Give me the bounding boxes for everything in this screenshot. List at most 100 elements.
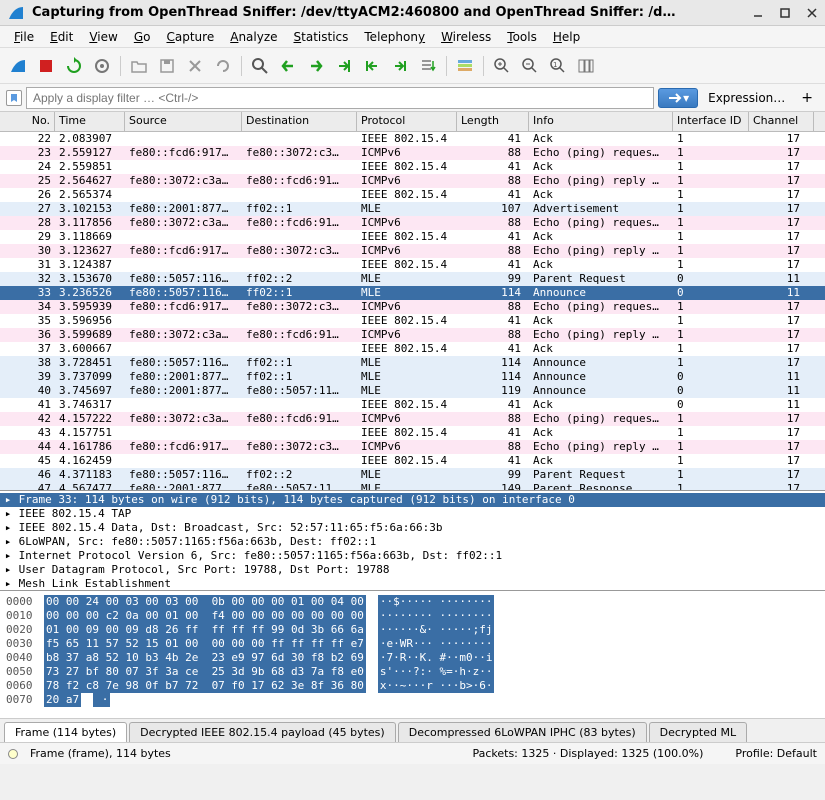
packet-row[interactable]: 303.123627fe80::fcd6:917…fe80::3072:c3…I… <box>0 244 825 258</box>
tab-decrypted-802154[interactable]: Decrypted IEEE 802.15.4 payload (45 byte… <box>129 722 396 742</box>
packet-row[interactable]: 242.559851IEEE 802.15.441Ack117 <box>0 160 825 174</box>
packet-row[interactable]: 283.117856fe80::3072:c3a…fe80::fcd6:91…I… <box>0 216 825 230</box>
resize-icon <box>577 57 595 75</box>
menu-telephony[interactable]: Telephony <box>356 28 433 45</box>
reload-button[interactable] <box>211 54 235 78</box>
packet-row[interactable]: 474.567477fe80::2001:877…fe80::5057:11…M… <box>0 482 825 490</box>
restart-capture-button[interactable] <box>62 54 86 78</box>
column-interface[interactable]: Interface ID <box>673 112 749 131</box>
menu-edit[interactable]: Edit <box>42 28 81 45</box>
hex-line[interactable]: 002001 00 09 00 09 d8 26 ff ff ff ff 99 … <box>6 623 819 637</box>
close-file-button[interactable] <box>183 54 207 78</box>
zoom-reset-button[interactable]: 1 <box>546 54 570 78</box>
column-time[interactable]: Time <box>55 112 125 131</box>
packet-row[interactable]: 313.124387IEEE 802.15.441Ack117 <box>0 258 825 272</box>
open-file-button[interactable] <box>127 54 151 78</box>
packet-list-body[interactable]: 222.083907IEEE 802.15.441Ack117232.55912… <box>0 132 825 490</box>
expression-button[interactable]: Expression… <box>702 89 791 107</box>
column-no[interactable]: No. <box>0 112 55 131</box>
hex-line[interactable]: 000000 00 24 00 03 00 03 00 0b 00 00 00 … <box>6 595 819 609</box>
packet-row[interactable]: 454.162459IEEE 802.15.441Ack117 <box>0 454 825 468</box>
menu-tools[interactable]: Tools <box>499 28 545 45</box>
menu-file[interactable]: File <box>6 28 42 45</box>
go-back-button[interactable] <box>276 54 300 78</box>
menu-go[interactable]: Go <box>126 28 159 45</box>
packet-row[interactable]: 383.728451fe80::5057:116…ff02::1MLE114An… <box>0 356 825 370</box>
packet-row[interactable]: 363.599689fe80::3072:c3a…fe80::fcd6:91…I… <box>0 328 825 342</box>
go-forward-button[interactable] <box>304 54 328 78</box>
detail-line[interactable]: ▸ Mesh Link Establishment <box>0 577 825 590</box>
hex-line[interactable]: 0030f5 65 11 57 52 15 01 00 00 00 00 ff … <box>6 637 819 651</box>
menu-analyze[interactable]: Analyze <box>222 28 285 45</box>
display-filter-input[interactable] <box>26 87 654 109</box>
colorize-button[interactable] <box>453 54 477 78</box>
tab-6lowpan[interactable]: Decompressed 6LoWPAN IPHC (83 bytes) <box>398 722 647 742</box>
packet-row[interactable]: 343.595939fe80::fcd6:917…fe80::3072:c3…I… <box>0 300 825 314</box>
packet-row[interactable]: 353.596956IEEE 802.15.441Ack117 <box>0 314 825 328</box>
detail-line[interactable]: ▸ User Datagram Protocol, Src Port: 1978… <box>0 563 825 577</box>
packet-row[interactable]: 373.600667IEEE 802.15.441Ack117 <box>0 342 825 356</box>
packet-row[interactable]: 393.737099fe80::2001:877…ff02::1MLE114An… <box>0 370 825 384</box>
menu-capture[interactable]: Capture <box>158 28 222 45</box>
packet-row[interactable]: 323.153670fe80::5057:116…ff02::2MLE99Par… <box>0 272 825 286</box>
packet-row[interactable]: 262.565374IEEE 802.15.441Ack117 <box>0 188 825 202</box>
hex-line[interactable]: 005073 27 bf 80 07 3f 3a ce 25 3d 9b 68 … <box>6 665 819 679</box>
column-channel[interactable]: Channel <box>749 112 814 131</box>
packet-row[interactable]: 232.559127fe80::fcd6:917…fe80::3072:c3…I… <box>0 146 825 160</box>
packet-row[interactable]: 424.157222fe80::3072:c3a…fe80::fcd6:91…I… <box>0 412 825 426</box>
packet-row[interactable]: 222.083907IEEE 802.15.441Ack117 <box>0 132 825 146</box>
hex-line[interactable]: 0040b8 37 a8 52 10 b3 4b 2e 23 e9 97 6d … <box>6 651 819 665</box>
detail-line[interactable]: ▸ 6LoWPAN, Src: fe80::5057:1165:f56a:663… <box>0 535 825 549</box>
capture-options-button[interactable] <box>90 54 114 78</box>
packet-row[interactable]: 252.564627fe80::3072:c3a…fe80::fcd6:91…I… <box>0 174 825 188</box>
status-profile[interactable]: Profile: Default <box>735 747 817 760</box>
menu-help[interactable]: Help <box>545 28 588 45</box>
maximize-button[interactable] <box>779 7 790 18</box>
expert-info-button[interactable] <box>8 749 18 759</box>
hex-line[interactable]: 006078 f2 c8 7e 98 0f b7 72 07 f0 17 62 … <box>6 679 819 693</box>
tab-decrypted-ml[interactable]: Decrypted ML <box>649 722 747 742</box>
packet-details-pane[interactable]: ▸ Frame 33: 114 bytes on wire (912 bits)… <box>0 490 825 590</box>
minimize-button[interactable] <box>752 7 763 18</box>
column-info[interactable]: Info <box>529 112 673 131</box>
hex-line[interactable]: 007020 a7 · <box>6 693 819 707</box>
goto-first-button[interactable] <box>360 54 384 78</box>
menu-wireless[interactable]: Wireless <box>433 28 499 45</box>
packet-row[interactable]: 403.745697fe80::2001:877…fe80::5057:11…M… <box>0 384 825 398</box>
detail-line[interactable]: ▸ Internet Protocol Version 6, Src: fe80… <box>0 549 825 563</box>
detail-line[interactable]: ▸ IEEE 802.15.4 Data, Dst: Broadcast, Sr… <box>0 521 825 535</box>
add-filter-button[interactable]: + <box>795 88 819 108</box>
menu-statistics[interactable]: Statistics <box>286 28 357 45</box>
zoom-in-button[interactable] <box>490 54 514 78</box>
goto-packet-button[interactable] <box>332 54 356 78</box>
detail-line[interactable]: ▸ IEEE 802.15.4 TAP <box>0 507 825 521</box>
tab-frame[interactable]: Frame (114 bytes) <box>4 722 127 742</box>
find-packet-button[interactable] <box>248 54 272 78</box>
packet-row[interactable]: 293.118669IEEE 802.15.441Ack117 <box>0 230 825 244</box>
column-source[interactable]: Source <box>125 112 242 131</box>
column-length[interactable]: Length <box>457 112 529 131</box>
resize-columns-button[interactable] <box>574 54 598 78</box>
packet-row[interactable]: 413.746317IEEE 802.15.441Ack011 <box>0 398 825 412</box>
start-capture-button[interactable] <box>6 54 30 78</box>
packet-row[interactable]: 444.161786fe80::fcd6:917…fe80::3072:c3…I… <box>0 440 825 454</box>
packet-row[interactable]: 434.157751IEEE 802.15.441Ack117 <box>0 426 825 440</box>
goto-last-button[interactable] <box>388 54 412 78</box>
menu-view[interactable]: View <box>81 28 125 45</box>
close-button[interactable] <box>806 7 817 18</box>
hex-line[interactable]: 001000 00 00 c2 0a 00 01 00 f4 00 00 00 … <box>6 609 819 623</box>
apply-filter-button[interactable]: ▾ <box>658 88 698 108</box>
stop-capture-button[interactable] <box>34 54 58 78</box>
column-protocol[interactable]: Protocol <box>357 112 457 131</box>
packet-row[interactable]: 333.236526fe80::5057:116…ff02::1MLE114An… <box>0 286 825 300</box>
packet-row[interactable]: 464.371183fe80::5057:116…ff02::2MLE99Par… <box>0 468 825 482</box>
column-destination[interactable]: Destination <box>242 112 357 131</box>
save-file-button[interactable] <box>155 54 179 78</box>
packet-bytes-pane[interactable]: 000000 00 24 00 03 00 03 00 0b 00 00 00 … <box>0 590 825 718</box>
detail-line[interactable]: ▸ Frame 33: 114 bytes on wire (912 bits)… <box>0 493 825 507</box>
filter-bookmark-button[interactable] <box>6 90 22 106</box>
zoom-out-button[interactable] <box>518 54 542 78</box>
packet-row[interactable]: 273.102153fe80::2001:877…ff02::1MLE107Ad… <box>0 202 825 216</box>
autoscroll-button[interactable] <box>416 54 440 78</box>
colorize-icon <box>456 57 474 75</box>
